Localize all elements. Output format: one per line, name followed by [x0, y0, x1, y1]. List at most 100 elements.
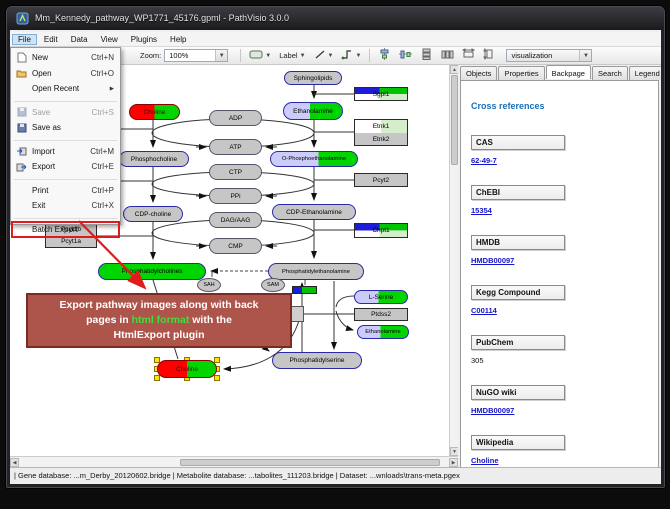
menu-data[interactable]: Data	[65, 34, 94, 45]
gene-node-ptdss2[interactable]: Ptdss2	[354, 308, 408, 321]
label-tool-button[interactable]: Label ▼	[276, 47, 308, 64]
menu-separator	[14, 175, 117, 180]
chevron-down-icon: ▼	[579, 50, 591, 61]
xref-value: 305	[471, 356, 484, 365]
line-tool-button[interactable]: ▼	[311, 47, 337, 64]
zoom-combobox[interactable]: 100% ▼	[164, 49, 228, 62]
xref-header: NuGO wiki	[471, 385, 565, 400]
metabolite-node-cdp-choline[interactable]: CDP-choline	[123, 206, 183, 222]
xref-header: PubChem	[471, 335, 565, 350]
xref-link[interactable]: HMDB00097	[471, 256, 514, 265]
metabolite-node-phosphatidylethanolamine[interactable]: Phosphatidylethanolamine	[268, 263, 364, 280]
menu-help[interactable]: Help	[164, 34, 192, 45]
metabolite-node-ctp[interactable]: CTP	[209, 164, 262, 180]
canvas-vertical-scrollbar[interactable]: ▲ ▼	[449, 65, 458, 456]
metabolite-node-atp[interactable]: ATP	[209, 139, 262, 155]
save-icon	[15, 107, 28, 118]
menu-separator	[14, 97, 117, 102]
datanode-tool-button[interactable]: ▼	[246, 47, 274, 64]
panel-tabs: Objects Properties Backpage Search Legen…	[460, 66, 661, 80]
gene-node-etnk1[interactable]: Etnk1	[355, 120, 407, 134]
chevron-down-icon: ▼	[215, 50, 227, 61]
metabolite-node-ethanolamine-2[interactable]: Ethanolamine	[357, 325, 409, 339]
common-width-button[interactable]	[459, 47, 478, 64]
metabolite-node-phosphatidylcholines[interactable]: Phosphatidylcholines	[98, 263, 206, 280]
canvas-horizontal-scrollbar[interactable]: ◀ ▶	[10, 456, 458, 467]
metabolite-node-ethanolamine[interactable]: Ethanolamine	[283, 102, 343, 120]
gene-node-sgpl1[interactable]: Sgpl1	[354, 87, 408, 101]
metabolite-node-cmp[interactable]: CMP	[209, 238, 262, 254]
common-height-button[interactable]	[480, 47, 499, 64]
metabolite-node-ppi[interactable]: PPi	[209, 188, 262, 204]
file-menu-item-exit[interactable]: ExitCtrl+X	[11, 198, 120, 214]
metabolite-node-phosphatidylserine[interactable]: Phosphatidylserine	[272, 352, 362, 369]
metabolite-node-dag[interactable]: DAG/AAG	[209, 212, 262, 228]
gene-node-pemt-partial[interactable]	[292, 286, 317, 294]
file-menu-item-open[interactable]: OpenCtrl+O	[11, 66, 120, 82]
selection-handle[interactable]	[154, 375, 160, 381]
xref-link[interactable]: C00114	[471, 306, 497, 315]
menu-separator	[14, 136, 117, 141]
cross-references-heading: Cross references	[471, 101, 658, 111]
xref-link[interactable]: Choline	[471, 456, 499, 465]
connector-tool-button[interactable]: ▼	[338, 47, 364, 64]
align-center-y-button[interactable]	[396, 47, 415, 64]
metabolite-node-adp[interactable]: ADP	[209, 110, 262, 126]
scroll-left-icon[interactable]: ◀	[10, 458, 19, 467]
file-menu-item-save-as[interactable]: Save as	[11, 120, 120, 136]
scroll-right-icon[interactable]: ▶	[449, 458, 458, 467]
vertical-scroll-thumb[interactable]	[451, 75, 458, 165]
metabolite-node-o-phosphoethanolamine[interactable]: O-Phosphoethanolamine	[270, 151, 358, 167]
gene-node-pcyt2[interactable]: Pcyt2	[354, 173, 408, 187]
file-menu-item-save[interactable]: SaveCtrl+S	[11, 105, 120, 121]
tab-search[interactable]: Search	[592, 66, 628, 80]
tab-legend[interactable]: Legend	[629, 66, 661, 80]
metabolite-node-choline-selected[interactable]: Choline	[157, 360, 217, 378]
metabolite-node-choline[interactable]: Choline	[129, 104, 180, 120]
toolbar-separator	[369, 49, 370, 62]
zoom-label: Zoom:	[140, 51, 161, 60]
tab-backpage[interactable]: Backpage	[546, 65, 591, 79]
align-center-x-button[interactable]	[375, 47, 394, 64]
xref-link[interactable]: 15354	[471, 206, 492, 215]
xref-link[interactable]: 62-49-7	[471, 156, 497, 165]
metabolite-node-sphingolipids[interactable]: Sphingolipids	[284, 71, 342, 85]
horizontal-scroll-thumb[interactable]	[180, 459, 440, 466]
window-title: Mm_Kennedy_pathway_WP1771_45176.gpml - P…	[35, 7, 289, 30]
metabolite-node-phosphocholine[interactable]: Phosphocholine	[119, 151, 189, 167]
file-menu-item-new[interactable]: NewCtrl+N	[11, 50, 120, 66]
xref-section-wikipedia: Wikipedia Choline	[471, 435, 658, 468]
metabolite-node-cdp-ethanolamine[interactable]: CDP-Ethanolamine	[272, 204, 356, 220]
metabolite-node-sam[interactable]: SAM	[261, 278, 285, 292]
metabolite-node-sah[interactable]: SAH	[197, 278, 221, 292]
stack-vertical-button[interactable]	[417, 47, 436, 64]
visualization-combobox[interactable]: visualization ▼	[506, 49, 592, 62]
line-icon	[314, 47, 326, 65]
xref-section-hmdb: HMDB HMDB00097	[471, 235, 658, 268]
statusbar: | Gene database: ...m_Derby_20120602.bri…	[10, 467, 661, 482]
file-menu-item-export[interactable]: ExportCtrl+E	[11, 159, 120, 175]
datanode-icon	[249, 47, 263, 65]
menu-file[interactable]: File	[12, 34, 37, 45]
menubar: File Edit Data View Plugins Help	[10, 32, 661, 47]
file-menu-item-open-recent[interactable]: Open Recent▶	[11, 81, 120, 97]
tab-properties[interactable]: Properties	[498, 66, 544, 80]
file-menu-item-print[interactable]: PrintCtrl+P	[11, 183, 120, 199]
titlebar[interactable]: Mm_Kennedy_pathway_WP1771_45176.gpml - P…	[7, 7, 664, 30]
menu-plugins[interactable]: Plugins	[125, 34, 163, 45]
file-menu-item-import[interactable]: ImportCtrl+M	[11, 144, 120, 160]
callout-line2: pages in html format with the	[28, 313, 290, 328]
selection-handle[interactable]	[214, 375, 220, 381]
metabolite-node-l-serine[interactable]: L-Serine	[354, 290, 408, 304]
tab-objects[interactable]: Objects	[460, 66, 497, 80]
gene-group-etnk: Etnk1 Etnk2	[354, 119, 408, 146]
stack-horizontal-button[interactable]	[438, 47, 457, 64]
gene-node-chpt1[interactable]: Chpt1	[354, 223, 408, 238]
gene-node-etnk2[interactable]: Etnk2	[355, 133, 407, 145]
xref-link[interactable]: HMDB00097	[471, 406, 514, 415]
menu-view[interactable]: View	[95, 34, 124, 45]
selection-handle[interactable]	[214, 357, 220, 363]
file-menu-item-batch-export[interactable]: Batch Export	[11, 222, 120, 238]
menu-edit[interactable]: Edit	[38, 34, 64, 45]
client-area: File Edit Data View Plugins Help Zoom: 1…	[10, 30, 661, 484]
